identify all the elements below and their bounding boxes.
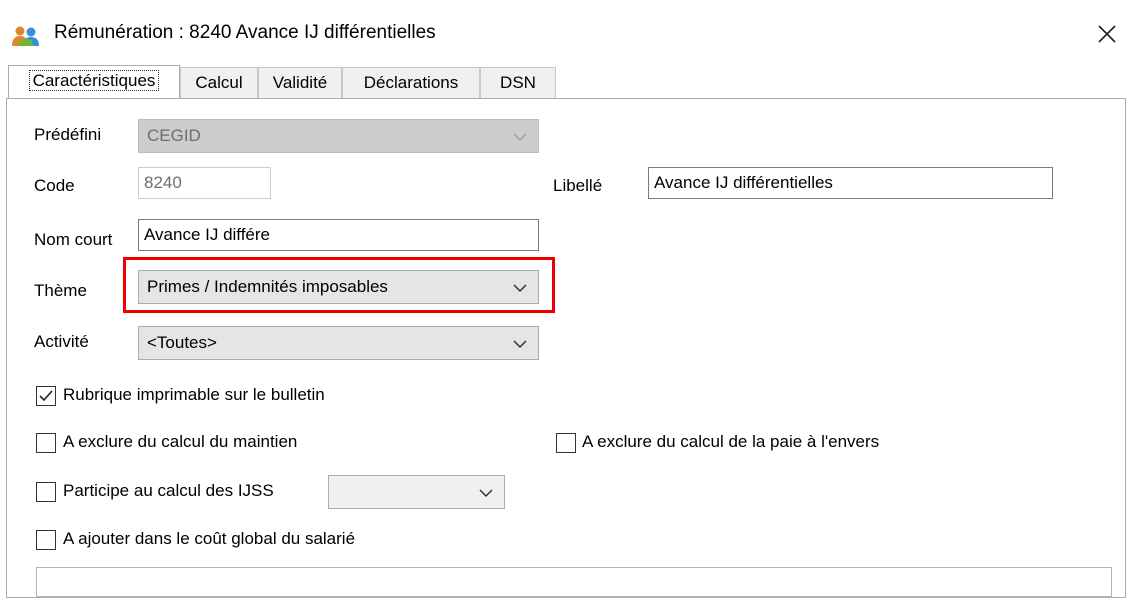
exclure-maintien-checkbox[interactable] — [36, 433, 56, 453]
nom-court-field[interactable]: Avance IJ différe — [138, 219, 539, 251]
ijss-select[interactable] — [328, 475, 505, 509]
nom-court-label: Nom court — [34, 230, 113, 249]
users-icon — [12, 26, 39, 46]
exclure-maintien-label: A exclure du calcul du maintien — [63, 432, 298, 451]
participe-ijss-label: Participe au calcul des IJSS — [63, 481, 274, 500]
ajouter-cout-label: A ajouter dans le coût global du salarié — [63, 529, 356, 548]
chevron-down-icon — [513, 340, 527, 349]
exclure-paie-envers-checkbox[interactable] — [556, 433, 576, 453]
close-button[interactable] — [1085, 14, 1129, 54]
predefini-label: Prédéfini — [34, 125, 102, 144]
predefini-select: CEGID — [138, 119, 539, 153]
code-label: Code — [34, 176, 75, 195]
code-field[interactable]: 8240 — [138, 167, 271, 199]
tab-validite[interactable]: Validité — [258, 67, 342, 98]
checkmark-icon — [39, 390, 53, 402]
imprimable-checkbox[interactable] — [36, 386, 56, 406]
imprimable-label: Rubrique imprimable sur le bulletin — [63, 385, 325, 404]
theme-label: Thème — [34, 281, 87, 300]
bottom-group-box — [36, 567, 1112, 597]
title-bar: Rémunération : 8240 Avance IJ différenti… — [0, 0, 1140, 62]
exclure-paie-envers-label: A exclure du calcul de la paie à l'enver… — [582, 432, 880, 451]
chevron-down-icon — [513, 133, 527, 142]
tab-calcul[interactable]: Calcul — [180, 67, 258, 98]
theme-highlight-frame — [123, 257, 555, 313]
tab-declarations[interactable]: Déclarations — [342, 67, 480, 98]
libelle-field[interactable]: Avance IJ différentielles — [648, 167, 1053, 199]
tab-caracteristiques[interactable]: Caractéristiques — [8, 65, 180, 99]
activite-label: Activité — [34, 332, 89, 351]
activite-select[interactable]: <Toutes> — [138, 326, 539, 360]
close-icon — [1098, 25, 1116, 43]
chevron-down-icon — [479, 489, 493, 498]
libelle-label: Libellé — [553, 176, 603, 195]
window-title: Rémunération : 8240 Avance IJ différenti… — [54, 22, 436, 43]
participe-ijss-checkbox[interactable] — [36, 482, 56, 502]
tab-dsn[interactable]: DSN — [480, 67, 556, 98]
tab-strip: Caractéristiques Calcul Validité Déclara… — [0, 65, 1140, 99]
ajouter-cout-checkbox[interactable] — [36, 530, 56, 550]
